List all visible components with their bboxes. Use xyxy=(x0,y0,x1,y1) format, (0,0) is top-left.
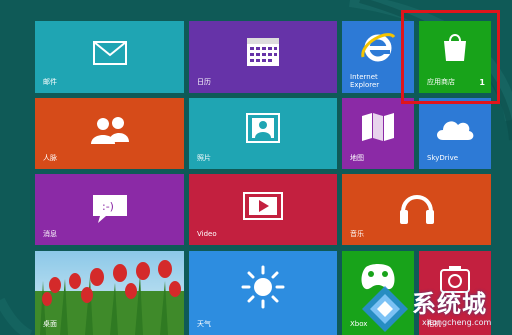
photo-icon xyxy=(189,113,337,143)
cloud-icon xyxy=(419,116,491,142)
tile-mail[interactable]: 邮件 xyxy=(35,21,184,93)
svg-text::-): :-) xyxy=(102,200,114,213)
map-icon xyxy=(342,112,414,142)
watermark: 系统城 xitongcheng.com xyxy=(358,282,512,335)
tile-label: Video xyxy=(197,230,217,238)
tile-photos[interactable]: 照片 xyxy=(189,98,337,169)
watermark-text: 系统城 xyxy=(412,290,487,318)
tile-label: 照片 xyxy=(197,154,211,162)
desktop-wallpaper xyxy=(35,251,184,335)
watermark-url: xitongcheng.com xyxy=(422,318,492,327)
headphones-icon xyxy=(342,188,491,226)
sun-icon xyxy=(189,265,337,309)
tile-label: 邮件 xyxy=(43,78,57,86)
tile-label: 桌面 xyxy=(43,320,57,328)
tile-music[interactable]: 音乐 xyxy=(342,174,491,245)
calendar-icon xyxy=(189,37,337,67)
tile-label: 天气 xyxy=(197,320,211,328)
tile-skydrive[interactable]: SkyDrive xyxy=(419,98,491,169)
chat-bubble-icon: :-) xyxy=(35,194,184,224)
people-icon xyxy=(35,116,184,146)
tile-label: Internet Explorer xyxy=(350,73,380,89)
tile-label: 音乐 xyxy=(350,230,364,238)
play-icon xyxy=(189,192,337,220)
tile-people[interactable]: 人脉 xyxy=(35,98,184,169)
tile-label: 消息 xyxy=(43,230,57,238)
tile-label: 地图 xyxy=(350,154,364,162)
envelope-icon xyxy=(35,41,184,65)
tile-maps[interactable]: 地图 xyxy=(342,98,414,169)
tile-messaging[interactable]: :-) 消息 xyxy=(35,174,184,245)
tile-weather[interactable]: 天气 xyxy=(189,251,337,335)
logo-icon xyxy=(362,286,408,332)
tile-label: 日历 xyxy=(197,78,211,86)
tile-video[interactable]: Video xyxy=(189,174,337,245)
tile-calendar[interactable]: 日历 xyxy=(189,21,337,93)
tile-label: 人脉 xyxy=(43,154,57,162)
highlight-box xyxy=(401,10,500,104)
tile-label: SkyDrive xyxy=(427,154,459,162)
tile-desktop[interactable]: 桌面 xyxy=(35,251,184,335)
